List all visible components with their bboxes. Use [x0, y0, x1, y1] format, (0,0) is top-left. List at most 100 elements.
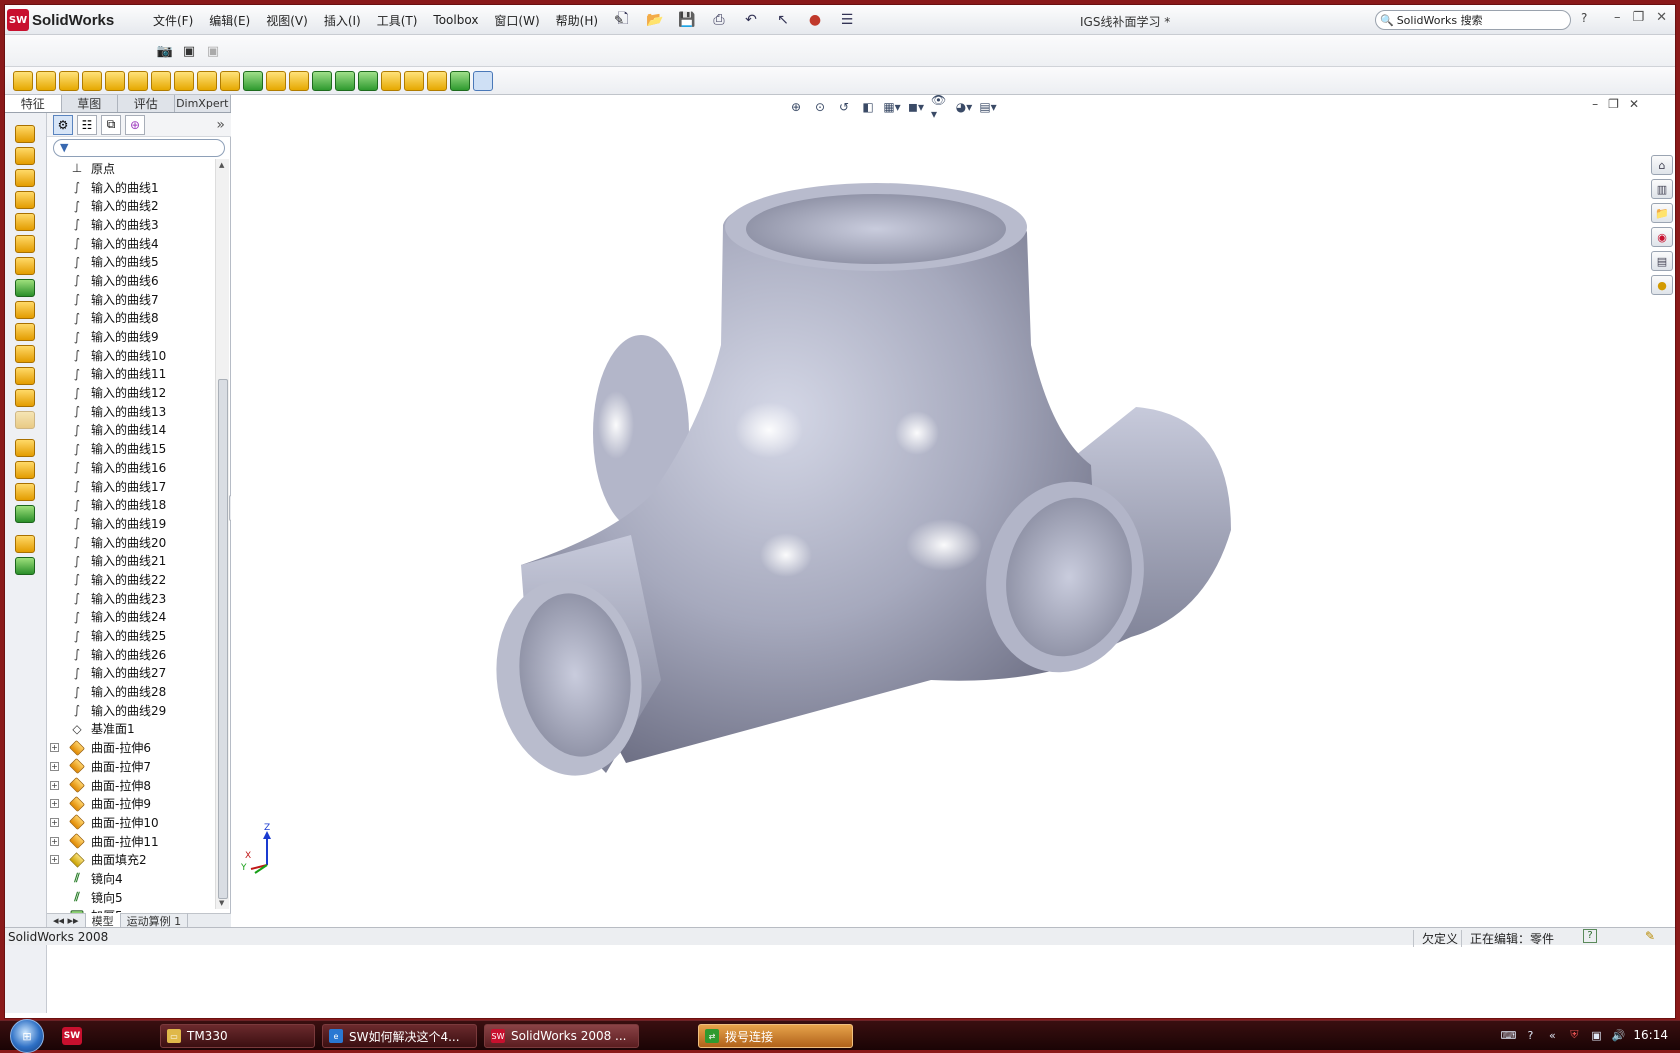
tree-node[interactable]: ∫ 输入的曲线22 [47, 570, 215, 589]
tree-node[interactable]: ∫ 输入的曲线27 [47, 664, 215, 683]
shell-icon[interactable] [15, 279, 35, 297]
taskbar-button-tm330[interactable]: ▭ TM330 [160, 1024, 315, 1048]
tree-node[interactable]: + 曲面-拉伸11 [47, 832, 215, 851]
menu-tools[interactable]: 工具(T) [369, 12, 426, 29]
tree-node[interactable]: ∫ 输入的曲线28 [47, 682, 215, 701]
search-results-icon[interactable]: ◉ [1651, 227, 1673, 247]
configuration-manager-tab-icon[interactable]: ⧉ [101, 114, 121, 135]
revolve-cut-icon[interactable] [15, 235, 35, 253]
reference-geometry-icon[interactable] [427, 71, 447, 91]
expand-plus-icon[interactable]: + [50, 761, 59, 771]
wrap-icon[interactable] [15, 389, 35, 407]
curves-dropdown-icon[interactable] [15, 557, 35, 575]
tree-node[interactable]: ⫽ 镜向5 [47, 888, 215, 907]
print-icon[interactable]: ⎙ [706, 10, 732, 30]
tree-filter-input[interactable]: ▼ [53, 139, 225, 157]
tab-features[interactable]: 特征 [5, 95, 62, 112]
keyboard-icon[interactable]: ⌨ [1500, 1028, 1516, 1042]
taskbar-button-dialup[interactable]: ⇄ 拨号连接 [698, 1024, 853, 1048]
property-manager-tab-icon[interactable]: ☷ [77, 114, 97, 135]
tag-icon[interactable]: ✎ [1645, 929, 1655, 943]
select-arrow-icon[interactable]: ↖ [770, 10, 796, 30]
tree-node[interactable]: ∫ 输入的曲线26 [47, 645, 215, 664]
tab-dimxpert[interactable]: DimXpert [175, 95, 231, 112]
expand-chevron-icon[interactable]: » [216, 115, 225, 135]
tree-node[interactable]: + 曲面-拉伸9 [47, 794, 215, 813]
scroll-thumb[interactable] [218, 379, 228, 899]
scroll-left-arrows-icon[interactable]: ◂◂ ▸▸ [47, 914, 86, 927]
menu-view[interactable]: 视图(V) [258, 12, 316, 29]
help-tray-icon[interactable]: ? [1523, 1028, 1537, 1042]
tree-node[interactable]: ⊥ 原点 [47, 159, 215, 178]
tree-node[interactable]: ∫ 输入的曲线1 [47, 178, 215, 197]
tree-node[interactable]: ∫ 输入的曲线13 [47, 402, 215, 421]
pipe-model-3d[interactable] [231, 95, 1651, 927]
solidworks-logo[interactable]: SW SolidWorks [7, 8, 137, 32]
instant3d-icon[interactable] [473, 71, 493, 91]
swept-surface-icon[interactable] [59, 71, 79, 91]
tree-node[interactable]: ∫ 输入的曲线16 [47, 458, 215, 477]
tree-node[interactable]: ∫ 输入的曲线5 [47, 252, 215, 271]
camera-icon[interactable]: 📷 [155, 41, 175, 61]
close-icon[interactable]: ✕ [1656, 10, 1667, 25]
menu-edit[interactable]: 编辑(E) [201, 12, 258, 29]
tree-node[interactable]: + 曲面-拉伸10 [47, 813, 215, 832]
cut-with-surface-icon[interactable] [404, 71, 424, 91]
tree-node[interactable]: ∫ 输入的曲线29 [47, 701, 215, 720]
tree-node[interactable]: ∫ 输入的曲线23 [47, 589, 215, 608]
start-button[interactable]: ⊞ [10, 1019, 44, 1053]
tree-node[interactable]: ∫ 输入的曲线11 [47, 365, 215, 384]
tree-node[interactable]: ∫ 输入的曲线20 [47, 533, 215, 552]
tree-node[interactable]: ◇ 基准面1 [47, 720, 215, 739]
menu-toolbox[interactable]: Toolbox [425, 13, 486, 27]
boundary-surface-icon[interactable] [105, 71, 125, 91]
volume-icon[interactable]: 🔊 [1611, 1028, 1626, 1042]
tree-node[interactable]: ∫ 输入的曲线25 [47, 626, 215, 645]
scroll-up-icon[interactable]: ▲ [219, 161, 224, 169]
tree-node[interactable]: ∫ 输入的曲线19 [47, 514, 215, 533]
expand-plus-icon[interactable]: + [50, 799, 59, 809]
replace-face-icon[interactable] [358, 71, 378, 91]
solidworks-resources-icon[interactable]: ⌂ [1651, 155, 1673, 175]
trim-surface-icon[interactable] [266, 71, 286, 91]
menu-file[interactable]: 文件(F) [145, 12, 201, 29]
quicklaunch-solidworks-icon[interactable]: SW [62, 1027, 82, 1045]
tree-node[interactable]: ∫ 输入的曲线21 [47, 551, 215, 570]
tree-scrollbar[interactable]: ▲ ▼ [215, 159, 229, 909]
minimize-icon[interactable]: – [1614, 10, 1621, 25]
draft-icon[interactable] [15, 301, 35, 319]
search-input[interactable]: 🔍 SolidWorks 搜索 [1375, 10, 1571, 30]
thicken-toolbar-icon[interactable] [381, 71, 401, 91]
tree-node[interactable]: ∫ 输入的曲线24 [47, 608, 215, 627]
tree-node[interactable]: ∫ 输入的曲线4 [47, 234, 215, 253]
planar-surface-icon[interactable] [197, 71, 217, 91]
tree-node[interactable]: ∫ 输入的曲线14 [47, 421, 215, 440]
open-folder-icon[interactable]: 📂 [642, 10, 668, 30]
save-icon[interactable]: 💾 [674, 10, 700, 30]
new-document-icon[interactable]: 🗋 [610, 10, 636, 30]
tree-node[interactable]: ∫ 输入的曲线17 [47, 477, 215, 496]
render-disabled-icon[interactable]: ▣ [203, 41, 223, 61]
feature-tree-tab-icon[interactable]: ⚙ [53, 114, 73, 135]
tree-node[interactable]: ⫽ 镜向4 [47, 869, 215, 888]
view-palette-icon[interactable]: ▤ [1651, 251, 1673, 271]
render-icon[interactable]: ▣ [179, 41, 199, 61]
tree-node[interactable]: ∫ 输入的曲线9 [47, 327, 215, 346]
expand-plus-icon[interactable]: + [50, 836, 59, 846]
loft-icon[interactable] [15, 191, 35, 209]
dimxpert-manager-tab-icon[interactable]: ⊕ [125, 114, 145, 135]
revolve-boss-icon[interactable] [15, 147, 35, 165]
tree-node[interactable]: ∫ 输入的曲线2 [47, 196, 215, 215]
rib-icon[interactable] [15, 323, 35, 341]
plane-tool-icon[interactable] [15, 257, 35, 275]
extrude-boss-icon[interactable] [15, 125, 35, 143]
tray-expand-icon[interactable]: « [1545, 1028, 1559, 1042]
menu-window[interactable]: 窗口(W) [486, 12, 547, 29]
expand-plus-icon[interactable]: + [50, 780, 59, 790]
tree-node[interactable]: + 曲面-拉伸7 [47, 757, 215, 776]
radiate-surface-icon[interactable] [151, 71, 171, 91]
fillet-tool-icon[interactable] [15, 439, 35, 457]
help-button[interactable]: ? [1581, 11, 1587, 25]
graphics-area[interactable]: ⊕ ⊙ ↺ ◧ ▦▾ ◼▾ 👁▾ ◕▾ ▤▾ – ❐ ✕ Z X Y [231, 95, 1651, 927]
hole-wizard-icon[interactable] [15, 345, 35, 363]
